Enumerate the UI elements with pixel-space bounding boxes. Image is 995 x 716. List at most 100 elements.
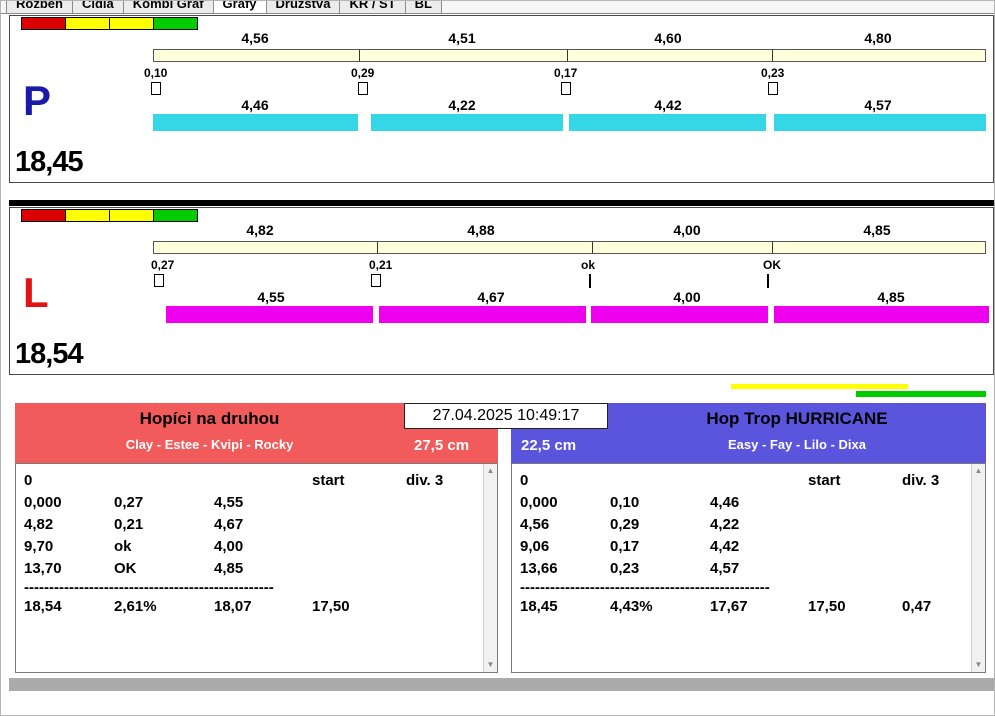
run-bar (153, 114, 358, 131)
change-time-value: ok (581, 258, 596, 272)
segment-tick (377, 242, 378, 253)
table-cell: 2,61% (114, 598, 157, 615)
scrollbar[interactable]: ▲ ▼ (971, 464, 985, 672)
segment-tick (772, 50, 773, 61)
run-time-value: 4,00 (673, 289, 701, 305)
status-light (153, 209, 198, 222)
status-light (21, 17, 66, 30)
lane-total-l: 18,54 (15, 338, 84, 370)
change-time-value: 0,17 (554, 66, 578, 80)
table-row: 4,82 0,21 4,67 (16, 514, 483, 536)
left-team-members: Clay - Estee - Kvipi - Rocky (125, 437, 294, 452)
run-time-value: 4,85 (877, 289, 905, 305)
green-strip (856, 391, 986, 397)
segment-tick (772, 242, 773, 253)
tab-row: Rozběh Čidla Kombi Graf Grafy Družstva K… (6, 1, 443, 13)
table-row: 13,70 OK 4,85 (16, 558, 483, 580)
table-totals-row: 18,45 4,43% 17,67 17,50 0,47 (512, 596, 971, 618)
table-cell: 0,29 (610, 516, 640, 533)
scroll-up-icon[interactable]: ▲ (484, 464, 497, 478)
right-table-body: 0 start div. 3 0,000 0,10 4,46 4,56 0,29 4,22 … (512, 470, 971, 618)
table-cell: 4,56 (520, 516, 550, 533)
sensor-marker (151, 82, 161, 95)
split-time-value: 4,60 (654, 30, 682, 46)
table-divider: ----------------------------------------… (520, 580, 770, 596)
table-row: 0,000 0,27 4,55 (16, 492, 483, 514)
table-row: 9,06 0,17 4,42 (512, 536, 971, 558)
scroll-down-icon[interactable]: ▼ (972, 658, 985, 672)
change-time-value: 0,23 (761, 66, 785, 80)
table-cell: 0,000 (520, 494, 558, 511)
table-cell: 18,07 (214, 598, 252, 615)
run-bar (166, 306, 373, 323)
split-bar (153, 49, 986, 62)
table-cell: 0,10 (610, 494, 640, 511)
table-cell: OK (114, 560, 137, 577)
split-time-value: 4,51 (448, 30, 476, 46)
table-cell: 0,23 (610, 560, 640, 577)
yellow-strip (731, 384, 908, 389)
tab-kombi-graf[interactable]: Kombi Graf (122, 1, 214, 13)
tab-kr-st[interactable]: KR / ST (339, 1, 406, 13)
lane-letter-p: P (23, 77, 52, 124)
table-cell: 4,67 (214, 516, 244, 533)
table-cell: ok (114, 538, 132, 555)
run-time-value: 4,57 (864, 97, 892, 113)
segment-tick (359, 50, 360, 61)
table-cell: 9,70 (24, 538, 54, 555)
table-cell: 0,47 (902, 598, 932, 615)
split-time-value: 4,85 (863, 222, 891, 238)
run-bar (379, 306, 586, 323)
lane-panel-p: 4,56 4,51 4,60 4,80 0,10 0,29 0,17 0,23 … (9, 15, 994, 183)
left-jump-height: 27,5 cm (404, 429, 498, 463)
table-cell: 4,46 (710, 494, 740, 511)
table-cell: 4,42 (710, 538, 740, 555)
scrollbar[interactable]: ▲ ▼ (483, 464, 497, 672)
scroll-up-icon[interactable]: ▲ (972, 464, 985, 478)
run-time-value: 4,55 (257, 289, 285, 305)
sensor-marker (589, 274, 591, 288)
split-time-value: 4,80 (864, 30, 892, 46)
table-cell: 4,57 (710, 560, 740, 577)
table-cell: 4,82 (24, 516, 54, 533)
segment-tick (592, 242, 593, 253)
left-table-body: 0 start div. 3 0,000 0,27 4,55 4,82 0,21 4,67 … (16, 470, 483, 618)
right-team-members: Easy - Fay - Lilo - Dixa (728, 437, 866, 452)
split-time-value: 4,82 (246, 222, 274, 238)
tab-druzstva[interactable]: Družstva (265, 1, 341, 13)
split-time-value: 4,00 (673, 222, 701, 238)
right-jump-height: 22,5 cm (511, 429, 608, 463)
table-cell: 0,27 (114, 494, 144, 511)
status-lights-p (21, 17, 198, 30)
table-cell: 13,70 (24, 560, 62, 577)
run-bar (591, 306, 768, 323)
table-header-row: 0 start div. 3 (512, 470, 971, 492)
change-time-value: 0,21 (369, 258, 393, 272)
tab-cidla[interactable]: Čidla (71, 1, 124, 13)
change-time-value: OK (763, 258, 781, 272)
change-time-value: 0,29 (351, 66, 375, 80)
sensor-marker (358, 82, 368, 95)
status-lights-l (21, 209, 198, 222)
run-time-value: 4,46 (241, 97, 269, 113)
run-bar (371, 114, 563, 131)
scroll-down-icon[interactable]: ▼ (484, 658, 497, 672)
change-time-value: 0,10 (144, 66, 168, 80)
table-cell: 13,66 (520, 560, 558, 577)
lane-letter-l: L (23, 269, 49, 316)
table-cell: 17,50 (312, 598, 350, 615)
tab-rozbeh[interactable]: Rozběh (6, 1, 73, 13)
table-cell: 4,22 (710, 516, 740, 533)
table-cell: 0,21 (114, 516, 144, 533)
right-team-name: Hop Trop HURRICANE (706, 409, 888, 428)
sensor-marker (767, 274, 769, 288)
lane-total-p: 18,45 (15, 146, 84, 178)
tab-bl[interactable]: BL (404, 1, 443, 13)
status-light (153, 17, 198, 30)
left-team-header-text: Hopíci na druhou Clay - Estee - Kvipi - … (15, 403, 404, 463)
table-cell: 0,17 (610, 538, 640, 555)
status-light (109, 17, 154, 30)
tab-grafy[interactable]: Grafy (212, 1, 267, 13)
lane-panel-l: 4,82 4,88 4,00 4,85 0,27 0,21 ok OK 4,55… (9, 207, 994, 375)
table-cell: 0,000 (24, 494, 62, 511)
